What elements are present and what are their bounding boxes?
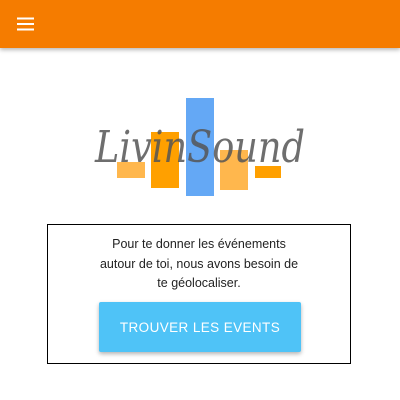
location-card: Pour te donner les événements autour de … (47, 224, 351, 364)
livinsound-logo: LivinSound (94, 98, 305, 196)
location-message: Pour te donner les événements autour de … (99, 237, 299, 290)
logo-wordmark: LivinSound (94, 122, 305, 173)
find-events-button[interactable]: TROUVER LES EVENTS (99, 302, 301, 352)
menu-button[interactable] (6, 4, 46, 44)
app-bar (0, 0, 400, 48)
hamburger-menu-icon (17, 17, 34, 31)
